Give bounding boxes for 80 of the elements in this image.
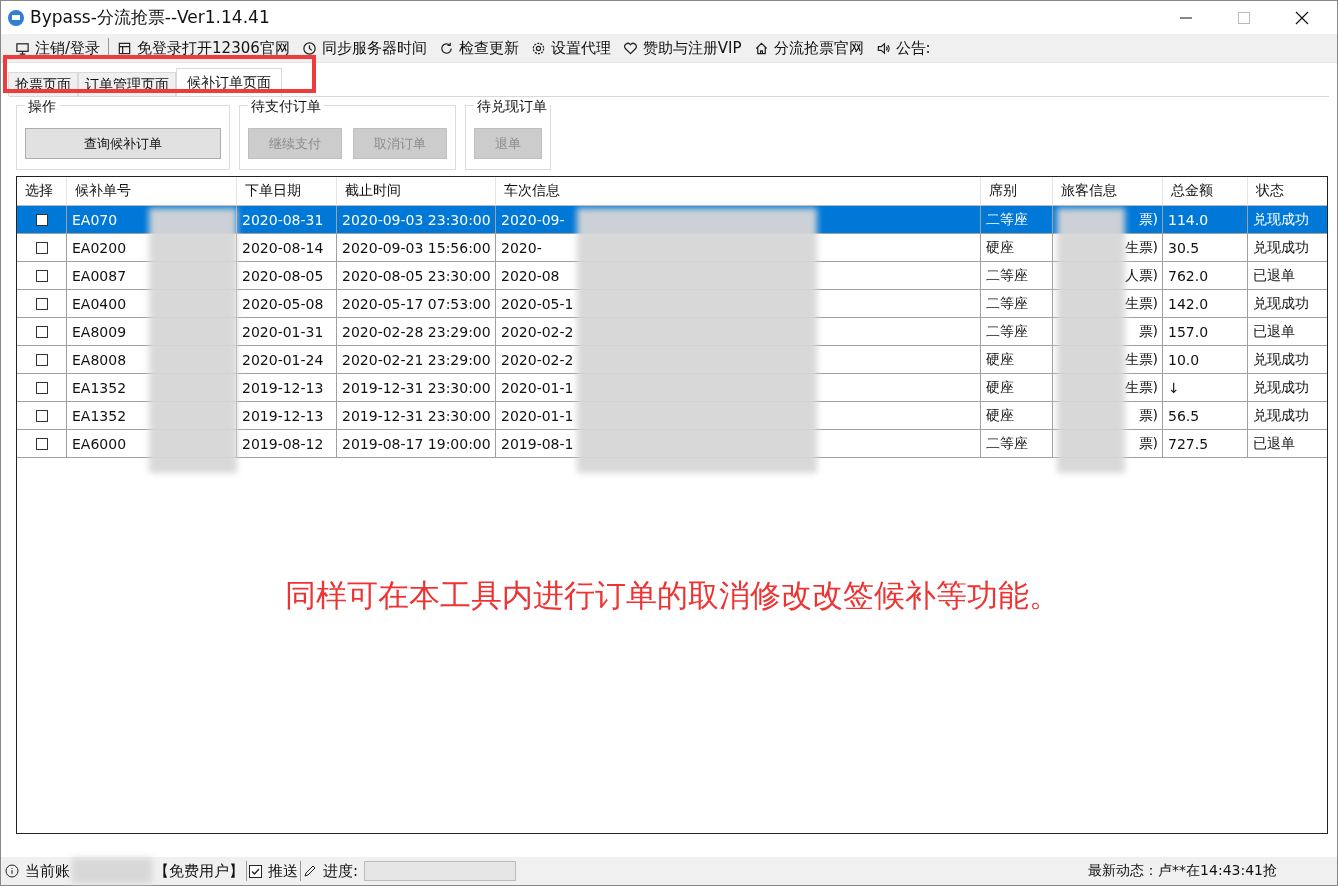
table-cell: 已退单 bbox=[1248, 262, 1327, 290]
close-icon bbox=[1295, 10, 1309, 25]
table-cell: 2020-02-28 23:29:00 bbox=[337, 318, 496, 346]
table-cell: 30.5 bbox=[1163, 234, 1248, 262]
gear-icon bbox=[530, 40, 546, 56]
pencil-icon bbox=[303, 864, 317, 878]
heart-icon bbox=[622, 40, 638, 56]
clock-icon bbox=[301, 40, 317, 56]
minimize-icon bbox=[1180, 16, 1192, 19]
checkbox[interactable] bbox=[36, 437, 48, 450]
table-cell: 157.0 bbox=[1163, 318, 1248, 346]
action-button[interactable]: 查询候补订单 bbox=[25, 128, 221, 159]
group-title: 待支付订单 bbox=[248, 98, 324, 116]
table-cell: 硬座 bbox=[981, 402, 1053, 430]
group-title: 操作 bbox=[25, 98, 59, 116]
table-cell: 2019-12-31 23:30:00 bbox=[337, 374, 496, 402]
table-cell: 兑现成功 bbox=[1248, 402, 1327, 430]
table-cell: 56.5 bbox=[1163, 402, 1248, 430]
toolbar-button[interactable]: 分流抢票官网 bbox=[753, 38, 864, 58]
table-cell: 114.0 bbox=[1163, 206, 1248, 234]
checkbox[interactable] bbox=[36, 213, 48, 226]
table-cell: 2020-02-21 23:29:00 bbox=[337, 346, 496, 374]
table-cell: 2019-12-31 23:30:00 bbox=[337, 402, 496, 430]
table-cell: 兑现成功 bbox=[1248, 206, 1327, 234]
toolbar-button[interactable]: 检查更新 bbox=[438, 38, 519, 58]
checkbox[interactable] bbox=[36, 241, 48, 254]
checkbox[interactable] bbox=[36, 297, 48, 310]
table-cell: 二等座 bbox=[981, 318, 1053, 346]
toolbar-button[interactable]: 设置代理 bbox=[530, 38, 611, 58]
app-icon bbox=[8, 9, 24, 26]
table-cell: 硬座 bbox=[981, 374, 1053, 402]
maximize-icon bbox=[1237, 10, 1251, 25]
window-title: Bypass-分流抢票--Ver1.14.41 bbox=[30, 6, 271, 29]
table-cell: 2019-08-17 19:00:00 bbox=[337, 430, 496, 458]
table-cell: 2020-08-05 23:30:00 bbox=[337, 262, 496, 290]
table-cell: 142.0 bbox=[1163, 290, 1248, 318]
table-cell: 已退单 bbox=[1248, 430, 1327, 458]
home-icon bbox=[753, 40, 769, 56]
checkbox[interactable] bbox=[36, 353, 48, 366]
toolbar-button[interactable]: 公告: bbox=[875, 38, 931, 58]
table-cell: ↓ bbox=[1163, 374, 1248, 402]
toolbar-button[interactable]: 免登录打开12306官网 bbox=[117, 38, 290, 58]
table-cell: 二等座 bbox=[981, 262, 1053, 290]
toolbar-button[interactable]: 注销/登录 bbox=[15, 38, 101, 58]
table-cell: 2020-05-17 07:53:00 bbox=[337, 290, 496, 318]
table-cell: 兑现成功 bbox=[1248, 234, 1327, 262]
checkbox[interactable] bbox=[36, 381, 48, 394]
table-cell: 二等座 bbox=[981, 290, 1053, 318]
monitor-icon bbox=[15, 40, 30, 56]
news-text: 最新动态：卢**在14:43:41抢 bbox=[1088, 862, 1277, 880]
refresh-icon bbox=[438, 40, 454, 56]
table-cell: 硬座 bbox=[981, 346, 1053, 374]
progress-label: 进度: bbox=[323, 861, 359, 881]
table-cell: 已退单 bbox=[1248, 318, 1327, 346]
table-cell: 762.0 bbox=[1163, 262, 1248, 290]
table-cell: 兑现成功 bbox=[1248, 374, 1327, 402]
checkbox[interactable] bbox=[36, 325, 48, 338]
window-icon bbox=[117, 40, 133, 56]
user-type: 【免费用户】 bbox=[154, 861, 244, 881]
checkbox[interactable] bbox=[36, 269, 48, 282]
speaker-icon bbox=[875, 40, 891, 56]
table-cell: 二等座 bbox=[981, 430, 1053, 458]
info-icon bbox=[5, 864, 19, 878]
table-cell: 兑现成功 bbox=[1248, 290, 1327, 318]
table-cell: 2020-09-03 23:30:00 bbox=[337, 206, 496, 234]
group-title: 待兑现订单 bbox=[474, 98, 550, 116]
table-cell: 兑现成功 bbox=[1248, 346, 1327, 374]
table-cell: 硬座 bbox=[981, 234, 1053, 262]
table-cell: 10.0 bbox=[1163, 346, 1248, 374]
checkbox[interactable] bbox=[36, 409, 48, 422]
checkbox[interactable] bbox=[249, 864, 262, 878]
annotation-text: 同样可在本工具内进行订单的取消修改改签候补等功能。 bbox=[283, 576, 1061, 615]
table-cell: 727.5 bbox=[1163, 430, 1248, 458]
table-cell: 二等座 bbox=[981, 206, 1053, 234]
toolbar-button[interactable]: 同步服务器时间 bbox=[301, 38, 427, 58]
table-cell: 2020-08-31 bbox=[237, 206, 337, 234]
push-label: 推送 bbox=[268, 861, 298, 881]
account-label: 当前账 bbox=[25, 861, 70, 881]
table-cell: 2020-09-03 15:56:00 bbox=[337, 234, 496, 262]
toolbar-button[interactable]: 赞助与注册VIP bbox=[622, 38, 742, 58]
